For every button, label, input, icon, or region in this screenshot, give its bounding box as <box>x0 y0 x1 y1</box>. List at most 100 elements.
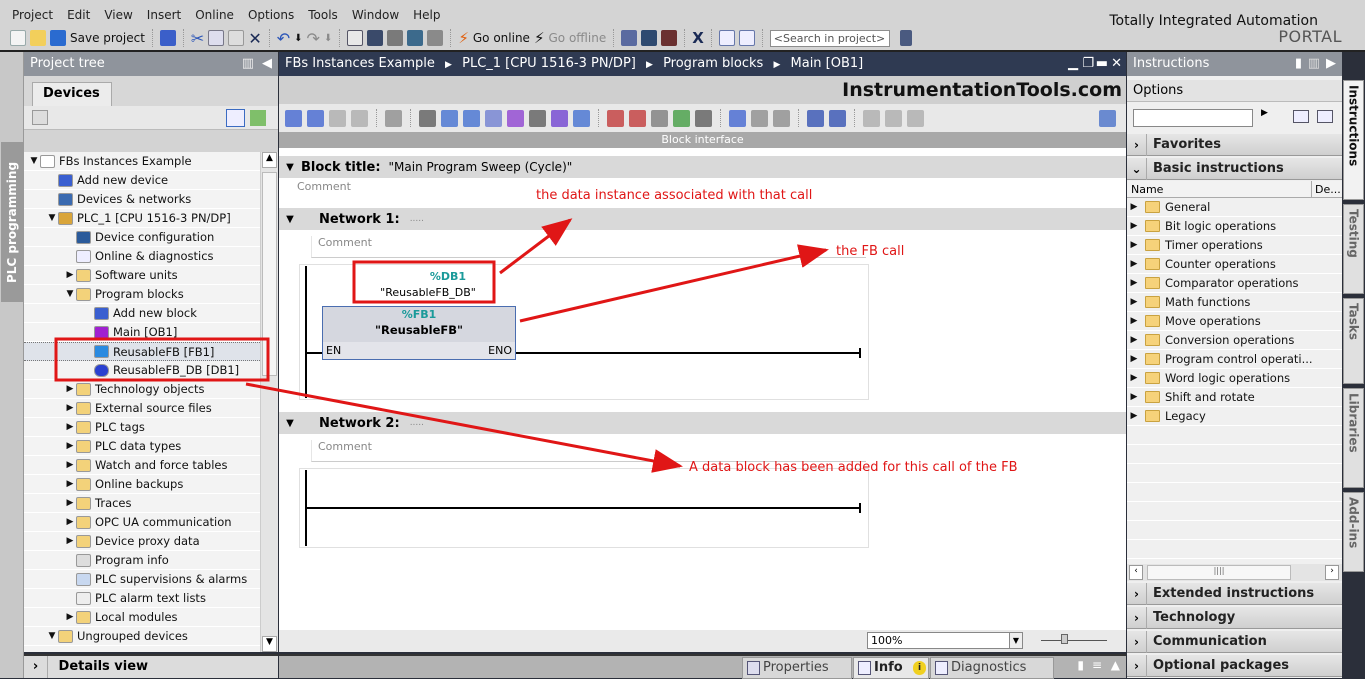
task-tab-libraries[interactable]: Libraries <box>1343 388 1364 488</box>
task-tab-testing[interactable]: Testing <box>1343 204 1364 294</box>
tab-properties[interactable]: Properties <box>742 657 852 679</box>
tab-diagnostics[interactable]: Diagnostics <box>930 657 1054 679</box>
expand-up-icon[interactable]: ▲ <box>1111 658 1120 672</box>
instruction-folder[interactable]: ▶ Shift and rotate <box>1127 388 1342 407</box>
info-badge-icon: i <box>913 661 926 675</box>
folder-icon <box>1145 239 1160 251</box>
instruction-folder-label: Math functions <box>1165 295 1251 309</box>
instruction-folder[interactable]: ▶ Counter operations <box>1127 255 1342 274</box>
expand-chevron-icon: › <box>1127 133 1147 156</box>
split-panel-icon[interactable]: ▥ <box>1308 52 1320 76</box>
instruction-folder[interactable]: ▶ Conversion operations <box>1127 331 1342 350</box>
view-detailed-icon[interactable] <box>1317 110 1333 123</box>
task-card-tabs: Instructions Testing Tasks Libraries Add… <box>1342 52 1365 678</box>
instruction-folder[interactable]: ▶ Program control operati... <box>1127 350 1342 369</box>
float-icon[interactable]: ▮ <box>1295 52 1302 76</box>
tree-expander-icon[interactable]: ▶ <box>1127 221 1141 231</box>
tree-expander-icon[interactable]: ▶ <box>1127 278 1141 288</box>
instruction-folder[interactable]: ▶ General <box>1127 198 1342 217</box>
folder-icon <box>1145 334 1160 346</box>
tree-expander-icon[interactable]: ▶ <box>1127 335 1141 345</box>
collapse-right-icon[interactable]: ▶ <box>1326 52 1336 76</box>
tree-expander-icon[interactable]: ▶ <box>1127 202 1141 212</box>
instruction-folder[interactable]: ▶ Legacy <box>1127 407 1342 426</box>
instructions-title: Instructions <box>1133 56 1210 71</box>
expand-chevron-icon: › <box>1127 630 1147 653</box>
horizontal-scrollbar[interactable]: ‹ |||| › <box>1127 564 1342 581</box>
empty-row <box>1127 426 1342 445</box>
instruction-folder-label: Shift and rotate <box>1165 390 1255 404</box>
tree-expander-icon[interactable]: ▶ <box>1127 411 1141 421</box>
folder-icon <box>1145 201 1160 213</box>
section-communication[interactable]: › Communication <box>1127 630 1342 653</box>
tree-expander-icon[interactable]: ▶ <box>1127 392 1141 402</box>
tree-expander-icon[interactable]: ▶ <box>1127 373 1141 383</box>
instruction-folder-label: General <box>1165 200 1211 214</box>
folder-icon <box>1145 410 1160 422</box>
tree-expander-icon[interactable]: ▶ <box>1127 297 1141 307</box>
empty-row <box>1127 464 1342 483</box>
collapse-chevron-icon: ⌄ <box>1127 157 1147 180</box>
instructions-header: Instructions ▮ ▥ ▶ <box>1127 52 1342 76</box>
folder-icon <box>1145 315 1160 327</box>
instructions-list: ▶ General ▶ Bit logic operations ▶ Timer oper… <box>1127 198 1342 564</box>
tree-expander-icon[interactable]: ▶ <box>1127 354 1141 364</box>
options-header[interactable]: Options <box>1127 80 1342 102</box>
instruction-folder-label: Comparator operations <box>1165 276 1299 290</box>
folder-icon <box>1145 296 1160 308</box>
expand-chevron-icon: › <box>1127 654 1147 677</box>
instruction-folder-label: Word logic operations <box>1165 371 1291 385</box>
task-tab-add-ins[interactable]: Add-ins <box>1343 492 1364 572</box>
annotation-instance: the data instance associated with that c… <box>536 188 813 203</box>
scroll-left-button[interactable]: ‹ <box>1129 565 1143 580</box>
float-icon[interactable]: ▮ <box>1077 658 1084 672</box>
instruction-folder[interactable]: ▶ Math functions <box>1127 293 1342 312</box>
instruction-folder-label: Conversion operations <box>1165 333 1295 347</box>
instruction-folder[interactable]: ▶ Word logic operations <box>1127 369 1342 388</box>
inspector-tabs: Properties Info i Diagnostics ▮ ≡ ▲ <box>279 654 1126 679</box>
instruction-folder[interactable]: ▶ Bit logic operations <box>1127 217 1342 236</box>
folder-icon <box>1145 277 1160 289</box>
empty-row <box>1127 521 1342 540</box>
search-go-icon[interactable]: ▶ <box>1261 108 1268 118</box>
task-tab-instructions[interactable]: Instructions <box>1343 80 1364 200</box>
instruction-folder-label: Move operations <box>1165 314 1261 328</box>
tree-expander-icon[interactable]: ▶ <box>1127 316 1141 326</box>
view-simple-icon[interactable] <box>1293 110 1309 123</box>
instance-db-highlight <box>352 260 496 304</box>
instruction-folder[interactable]: ▶ Comparator operations <box>1127 274 1342 293</box>
task-tab-tasks[interactable]: Tasks <box>1343 298 1364 384</box>
col-name[interactable]: Name <box>1127 183 1163 196</box>
instruction-folder-label: Program control operati... <box>1165 352 1313 366</box>
section-basic-instructions[interactable]: ⌄ Basic instructions <box>1127 157 1342 180</box>
annotation-fb-call: the FB call <box>836 244 905 259</box>
folder-icon <box>1145 258 1160 270</box>
section-optional-packages[interactable]: › Optional packages <box>1127 654 1342 677</box>
expand-chevron-icon: › <box>1127 606 1147 629</box>
empty-row <box>1127 483 1342 502</box>
instruction-folder[interactable]: ▶ Move operations <box>1127 312 1342 331</box>
tab-info[interactable]: Info i <box>853 657 929 679</box>
info-icon <box>858 661 871 675</box>
annotation-db-added: A data block has been added for this cal… <box>689 460 1018 475</box>
instruction-folder-label: Bit logic operations <box>1165 219 1277 233</box>
instructions-column-header: Name De... <box>1127 181 1342 198</box>
properties-icon <box>747 661 760 675</box>
instructions-search-input[interactable] <box>1133 109 1253 127</box>
tree-expander-icon[interactable]: ▶ <box>1127 259 1141 269</box>
tree-expander-icon[interactable]: ▶ <box>1127 240 1141 250</box>
scroll-right-button[interactable]: › <box>1325 565 1339 580</box>
col-description[interactable]: De... <box>1311 181 1341 198</box>
folder-icon <box>1145 220 1160 232</box>
section-technology[interactable]: › Technology <box>1127 606 1342 629</box>
section-favorites[interactable]: › Favorites <box>1127 133 1342 156</box>
dock-icon[interactable]: ≡ <box>1092 658 1102 672</box>
empty-row <box>1127 540 1342 559</box>
section-extended-instructions[interactable]: › Extended instructions <box>1127 582 1342 605</box>
annotation-arrow <box>499 218 573 275</box>
folder-icon <box>1145 353 1160 365</box>
instruction-folder[interactable]: ▶ Timer operations <box>1127 236 1342 255</box>
instruction-folder-label: Timer operations <box>1165 238 1263 252</box>
scroll-thumb[interactable]: |||| <box>1147 565 1291 580</box>
diagnostics-icon <box>935 661 948 675</box>
